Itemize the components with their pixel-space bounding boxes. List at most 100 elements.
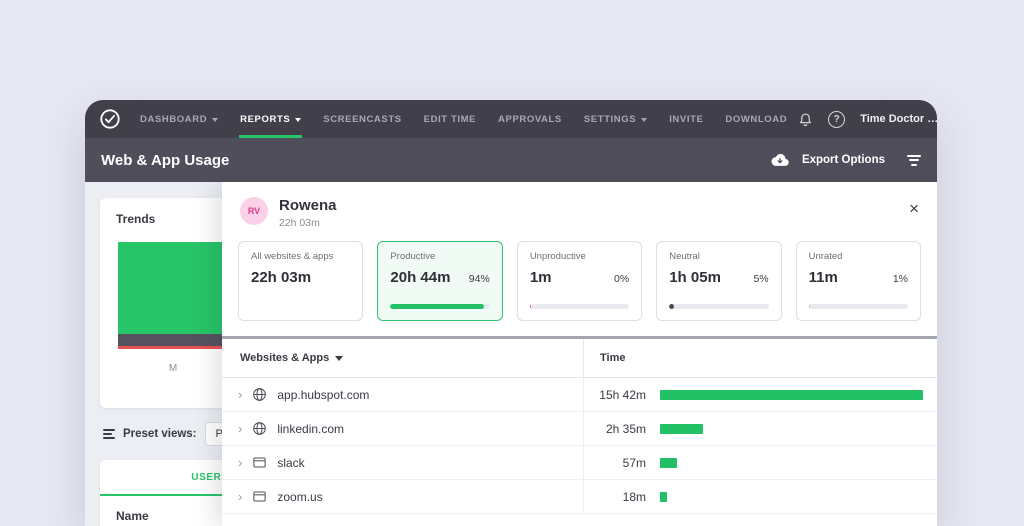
globe-icon bbox=[252, 387, 267, 402]
app-name: slack bbox=[277, 456, 304, 470]
help-icon[interactable] bbox=[828, 111, 845, 128]
chevron-down-icon bbox=[295, 118, 301, 122]
table-row[interactable]: slack 57m bbox=[222, 446, 937, 480]
time-value: 57m bbox=[584, 456, 646, 470]
company-name[interactable]: Time Doctor … bbox=[860, 113, 937, 125]
expand-chevron-icon[interactable] bbox=[238, 388, 242, 401]
stat-label: Unproductive bbox=[530, 251, 629, 262]
notifications-bell-icon[interactable] bbox=[798, 112, 813, 127]
expand-chevron-icon[interactable] bbox=[238, 422, 242, 435]
nav-right-cluster: Time Doctor … AS bbox=[798, 108, 937, 130]
stat-progress-bar bbox=[669, 304, 768, 309]
preset-views-label: Preset views: bbox=[123, 428, 197, 440]
website-name: app.hubspot.com bbox=[277, 388, 369, 402]
time-bar-track bbox=[660, 458, 923, 468]
column-time[interactable]: Time bbox=[584, 352, 625, 364]
stat-card-neutral[interactable]: Neutral 1h 05m 5% bbox=[656, 241, 781, 321]
time-bar-track bbox=[660, 492, 923, 502]
nav-item-download[interactable]: DOWNLOAD bbox=[714, 100, 798, 138]
export-options-button[interactable]: Export Options bbox=[802, 154, 885, 166]
app-window-icon bbox=[252, 489, 267, 504]
time-bar bbox=[660, 390, 923, 400]
expand-chevron-icon[interactable] bbox=[238, 456, 242, 469]
filter-icon[interactable] bbox=[907, 155, 921, 166]
top-nav: DASHBOARD REPORTS SCREENCASTS EDIT TIME … bbox=[85, 100, 937, 138]
stat-progress-bar bbox=[390, 304, 489, 309]
chevron-down-icon bbox=[641, 118, 647, 122]
stat-value: 20h 44m bbox=[390, 269, 450, 286]
main-menu: DASHBOARD REPORTS SCREENCASTS EDIT TIME … bbox=[129, 100, 798, 138]
page-title: Web & App Usage bbox=[101, 152, 229, 169]
stat-percent: 0% bbox=[614, 273, 629, 285]
time-value: 15h 42m bbox=[584, 388, 646, 402]
column-label: Websites & Apps bbox=[240, 352, 329, 364]
stat-label: All websites & apps bbox=[251, 251, 350, 262]
header-actions: Export Options bbox=[770, 153, 921, 167]
stat-label: Neutral bbox=[669, 251, 768, 262]
stat-value: 1m bbox=[530, 269, 552, 286]
summary-stats-row: All websites & apps 22h 03m Productive 2… bbox=[222, 239, 937, 321]
nav-item-label: APPROVALS bbox=[498, 114, 562, 125]
user-detail-panel: RV Rowena 22h 03m × All websites & apps … bbox=[222, 182, 937, 526]
nav-item-edit-time[interactable]: EDIT TIME bbox=[413, 100, 487, 138]
nav-item-settings[interactable]: SETTINGS bbox=[573, 100, 658, 138]
avatar: RV bbox=[240, 197, 268, 225]
usage-table-header: Websites & Apps Time bbox=[222, 339, 937, 378]
website-name: linkedin.com bbox=[277, 422, 344, 436]
expand-chevron-icon[interactable] bbox=[238, 490, 242, 503]
nav-item-approvals[interactable]: APPROVALS bbox=[487, 100, 573, 138]
nav-item-label: EDIT TIME bbox=[424, 114, 476, 125]
chevron-down-icon bbox=[212, 118, 218, 122]
stat-card-productive[interactable]: Productive 20h 44m 94% bbox=[377, 241, 502, 321]
stat-card-unproductive[interactable]: Unproductive 1m 0% bbox=[517, 241, 642, 321]
stat-progress-bar bbox=[809, 304, 908, 309]
stat-percent: 1% bbox=[893, 273, 908, 285]
close-icon[interactable]: × bbox=[909, 200, 919, 217]
stat-value: 1h 05m bbox=[669, 269, 721, 286]
nav-item-screencasts[interactable]: SCREENCASTS bbox=[312, 100, 412, 138]
preset-views-icon bbox=[103, 429, 115, 439]
nav-item-label: REPORTS bbox=[240, 114, 290, 125]
stat-progress-bar bbox=[530, 304, 629, 309]
nav-item-dashboard[interactable]: DASHBOARD bbox=[129, 100, 229, 138]
column-websites-apps[interactable]: Websites & Apps bbox=[222, 339, 584, 377]
user-total-time: 22h 03m bbox=[279, 217, 337, 229]
stat-label: Unrated bbox=[809, 251, 908, 262]
stat-value: 22h 03m bbox=[251, 269, 311, 286]
stat-card-all-websites[interactable]: All websites & apps 22h 03m bbox=[238, 241, 363, 321]
user-name: Rowena bbox=[279, 197, 337, 214]
user-detail-header: RV Rowena 22h 03m × bbox=[222, 182, 937, 239]
stat-label: Productive bbox=[390, 251, 489, 262]
website-name: zoom.us bbox=[277, 490, 322, 504]
time-bar-track bbox=[660, 390, 923, 400]
app-window: DASHBOARD REPORTS SCREENCASTS EDIT TIME … bbox=[85, 100, 937, 526]
table-row[interactable]: app.hubspot.com 15h 42m bbox=[222, 378, 937, 412]
sort-caret-icon bbox=[335, 356, 343, 361]
nav-item-label: SCREENCASTS bbox=[323, 114, 401, 125]
time-bar-track bbox=[660, 424, 923, 434]
time-bar bbox=[660, 492, 667, 502]
page-header: Web & App Usage Export Options bbox=[85, 138, 937, 182]
globe-icon bbox=[252, 421, 267, 436]
nav-item-label: DASHBOARD bbox=[140, 114, 207, 125]
table-row[interactable]: zoom.us 18m bbox=[222, 480, 937, 514]
content-area: Trends M Preset views: Produ USERS Name … bbox=[85, 182, 937, 526]
stat-card-unrated[interactable]: Unrated 11m 1% bbox=[796, 241, 921, 321]
nav-item-label: INVITE bbox=[669, 114, 703, 125]
nav-item-invite[interactable]: INVITE bbox=[658, 100, 714, 138]
table-row[interactable]: linkedin.com 2h 35m bbox=[222, 412, 937, 446]
stat-percent: 5% bbox=[753, 273, 768, 285]
chart-axis-label: M bbox=[118, 363, 228, 374]
time-bar bbox=[660, 424, 703, 434]
stat-percent: 94% bbox=[469, 273, 490, 285]
stat-value: 11m bbox=[809, 269, 838, 286]
timedoctor-logo-icon[interactable] bbox=[99, 108, 121, 130]
nav-item-reports[interactable]: REPORTS bbox=[229, 100, 312, 138]
time-bar bbox=[660, 458, 677, 468]
time-value: 18m bbox=[584, 490, 646, 504]
app-window-icon bbox=[252, 455, 267, 470]
time-value: 2h 35m bbox=[584, 422, 646, 436]
export-cloud-icon[interactable] bbox=[770, 153, 790, 167]
nav-item-label: SETTINGS bbox=[584, 114, 636, 125]
nav-item-label: DOWNLOAD bbox=[725, 114, 787, 125]
